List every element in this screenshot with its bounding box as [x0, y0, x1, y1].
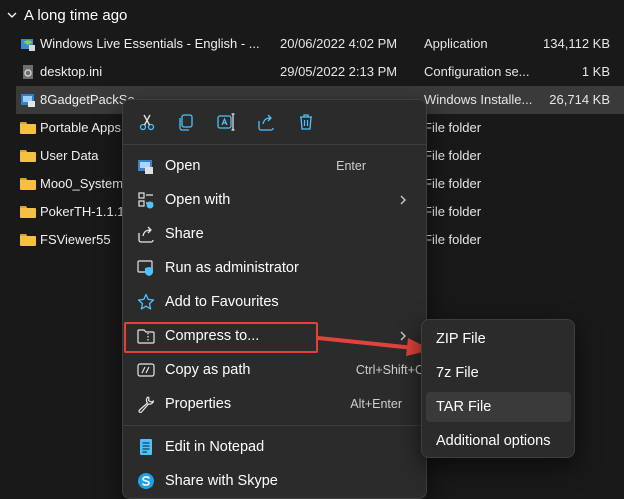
- file-type: File folder: [424, 232, 482, 247]
- file-size: 1 KB: [581, 64, 610, 79]
- copy-icon[interactable]: [176, 112, 196, 132]
- menu-item-label: Run as administrator: [165, 260, 299, 276]
- folder-name: User Data: [40, 148, 99, 163]
- folder-icon: [20, 178, 36, 190]
- separator: [123, 425, 426, 426]
- menu-item-label: Open with: [165, 192, 231, 208]
- menu-item-shortcut: Enter: [336, 159, 366, 173]
- menu-item-edit-notepad[interactable]: Edit in Notepad: [127, 431, 422, 463]
- submenu-item-label: ZIP File: [436, 331, 486, 347]
- menu-item-share-skype[interactable]: Share with Skype: [127, 465, 422, 497]
- folder-name: PokerTH-1.1.1: [40, 204, 125, 219]
- submenu-item-7z[interactable]: 7z File: [426, 358, 571, 388]
- menu-item-label: Share: [165, 226, 204, 242]
- msi-icon: [21, 94, 35, 107]
- file-row[interactable]: Windows Live Essentials - English - ... …: [16, 30, 624, 58]
- folder-icon: [20, 150, 36, 162]
- menu-item-label: Share with Skype: [165, 473, 278, 489]
- group-header[interactable]: A long time ago: [6, 4, 127, 26]
- star-icon: [137, 293, 155, 310]
- highlight-box: [124, 322, 318, 353]
- notepad-icon: [140, 439, 152, 455]
- chevron-right-icon: [400, 195, 406, 205]
- menu-item-label: Edit in Notepad: [165, 439, 265, 455]
- submenu-item-label: TAR File: [436, 399, 492, 415]
- path-icon: [137, 363, 155, 377]
- menu-item-properties[interactable]: Properties Alt+Enter: [127, 388, 422, 420]
- compress-submenu: ZIP File 7z File TAR File Additional opt…: [421, 319, 575, 458]
- folder-icon: [20, 206, 36, 218]
- submenu-item-additional-options[interactable]: Additional options: [426, 426, 571, 456]
- file-type: Windows Installe...: [424, 92, 533, 107]
- rename-icon[interactable]: [216, 112, 236, 132]
- open-with-icon: [138, 192, 154, 209]
- annotation-arrow: [316, 336, 432, 356]
- file-size: 134,112 KB: [543, 36, 610, 51]
- menu-item-open[interactable]: Open Enter: [127, 150, 422, 182]
- menu-item-copy-as-path[interactable]: Copy as path Ctrl+Shift+C: [127, 354, 424, 386]
- menu-item-label: Properties: [165, 396, 232, 412]
- file-type: File folder: [424, 148, 482, 163]
- installer-icon: [21, 39, 35, 51]
- wrench-icon: [138, 396, 155, 413]
- folder-icon: [20, 122, 36, 134]
- share-icon[interactable]: [256, 112, 276, 132]
- group-title: A long time ago: [24, 6, 128, 24]
- folder-name: FSViewer55: [40, 232, 111, 247]
- menu-item-add-favourites[interactable]: Add to Favourites: [127, 286, 422, 318]
- file-row[interactable]: desktop.ini 29/05/2022 2:13 PM Configura…: [16, 58, 624, 86]
- file-name: Windows Live Essentials - English - ...: [40, 36, 260, 51]
- folder-icon: [20, 234, 36, 246]
- submenu-item-label: 7z File: [436, 365, 479, 381]
- open-icon: [138, 160, 153, 174]
- submenu-item-zip[interactable]: ZIP File: [426, 324, 571, 354]
- settings-file-icon: [23, 65, 33, 79]
- file-date: 20/06/2022 4:02 PM: [280, 36, 398, 51]
- file-name: desktop.ini: [40, 64, 103, 79]
- menu-item-shortcut: Ctrl+Shift+C: [355, 363, 424, 377]
- submenu-item-tar[interactable]: TAR File: [426, 392, 571, 422]
- file-type: Configuration se...: [424, 64, 530, 79]
- shield-icon: [137, 260, 153, 276]
- file-size: 26,714 KB: [549, 92, 610, 107]
- menu-item-label: Add to Favourites: [165, 294, 279, 310]
- file-type: File folder: [424, 176, 482, 191]
- cut-icon[interactable]: [137, 112, 157, 132]
- context-menu: Open Enter Open with Share Run as admini…: [122, 99, 427, 499]
- separator: [123, 144, 426, 145]
- file-type: Application: [424, 36, 488, 51]
- quick-actions-bar: [123, 100, 426, 144]
- submenu-item-label: Additional options: [436, 433, 551, 449]
- folder-name: Moo0_System: [40, 176, 124, 191]
- chevron-down-icon: [7, 12, 17, 18]
- menu-item-shortcut: Alt+Enter: [350, 397, 402, 411]
- menu-item-share[interactable]: Share: [127, 218, 422, 250]
- file-type: File folder: [424, 120, 482, 135]
- menu-item-label: Copy as path: [165, 362, 251, 378]
- menu-item-label: Open: [165, 158, 201, 174]
- menu-item-run-as-admin[interactable]: Run as administrator: [127, 252, 422, 284]
- file-date: 29/05/2022 2:13 PM: [280, 64, 398, 79]
- delete-icon[interactable]: [296, 112, 316, 132]
- folder-name: Portable Apps: [40, 120, 121, 135]
- skype-icon: [138, 473, 154, 489]
- file-type: File folder: [424, 204, 482, 219]
- menu-item-open-with[interactable]: Open with: [127, 184, 422, 216]
- share-icon: [138, 226, 154, 243]
